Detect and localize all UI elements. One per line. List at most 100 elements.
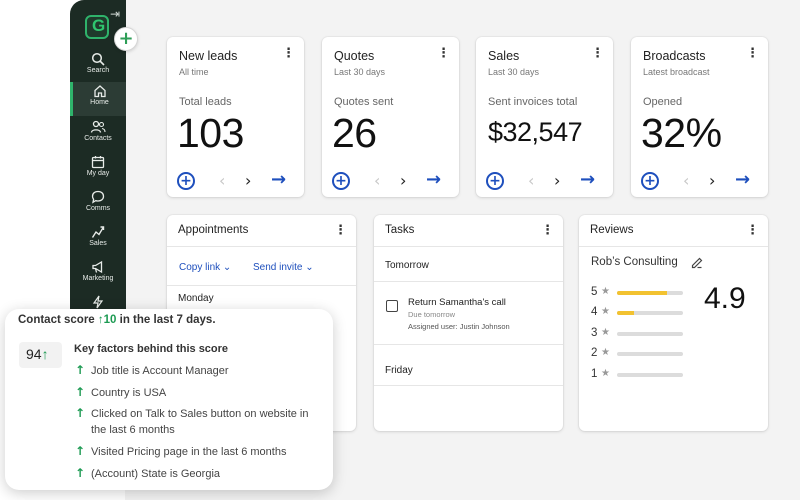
star-icon: ★ bbox=[601, 368, 610, 379]
sidebar-item-home[interactable]: Home bbox=[70, 82, 126, 116]
arrow-right-icon[interactable]: → bbox=[735, 169, 750, 190]
more-options-icon[interactable]: ⋮ bbox=[746, 224, 759, 237]
send-invite-label: Send invite bbox=[253, 262, 303, 273]
card-title: Tasks bbox=[385, 224, 415, 236]
task-group-heading: Friday bbox=[385, 365, 413, 376]
metric-value: $32,547 bbox=[488, 117, 583, 147]
sidebar-item-search[interactable]: Search bbox=[70, 50, 126, 84]
more-options-icon[interactable]: ⋮ bbox=[591, 47, 604, 60]
card-title: Reviews bbox=[590, 224, 634, 236]
sidebar-item-label: Marketing bbox=[82, 275, 114, 282]
chevron-right-icon[interactable]: › bbox=[245, 171, 251, 190]
arrow-right-icon[interactable]: → bbox=[580, 169, 595, 190]
factor-text: (Account) State is Georgia bbox=[91, 468, 221, 480]
sidebar: G ⇥ Search Home Contacts My day Comms Sa… bbox=[70, 0, 126, 330]
divider bbox=[374, 344, 563, 345]
rating-star-count: 3 bbox=[591, 327, 598, 339]
metric-label: Sent invoices total bbox=[488, 96, 578, 108]
kpi-card-sales: Sales ⋮ Last 30 days Sent invoices total… bbox=[476, 37, 613, 197]
kpi-card-broadcasts: Broadcasts ⋮ Latest broadcast Opened 32%… bbox=[631, 37, 768, 197]
copy-link-label: Copy link bbox=[179, 262, 221, 273]
sidebar-item-my-day[interactable]: My day bbox=[70, 153, 126, 187]
more-options-icon[interactable]: ⋮ bbox=[334, 224, 347, 237]
rating-row-2: 2 ★ bbox=[591, 347, 711, 361]
score-factor: ↑ Clicked on Talk to Sales button on webs… bbox=[75, 406, 325, 438]
factor-text: Job title is Account Manager bbox=[91, 365, 229, 377]
sidebar-item-label: My day bbox=[86, 170, 110, 177]
chevron-left-icon[interactable]: ‹ bbox=[219, 171, 225, 190]
logo-icon[interactable]: G bbox=[85, 15, 109, 39]
arrow-up-icon: ↑ bbox=[75, 444, 86, 458]
app-page: G ⇥ Search Home Contacts My day Comms Sa… bbox=[0, 0, 800, 500]
sidebar-item-marketing[interactable]: Marketing bbox=[70, 258, 126, 292]
metric-label: Total leads bbox=[179, 96, 232, 108]
card-header: Appointments ⋮ bbox=[167, 215, 356, 247]
rating-row-3: 3 ★ bbox=[591, 327, 711, 341]
star-icon: ★ bbox=[601, 347, 610, 358]
add-circle-icon[interactable]: + bbox=[177, 172, 195, 190]
chevron-left-icon[interactable]: ‹ bbox=[374, 171, 380, 190]
card-footer: + ‹ › → bbox=[486, 169, 608, 191]
chevron-right-icon[interactable]: › bbox=[554, 171, 560, 190]
chevron-right-icon[interactable]: › bbox=[400, 171, 406, 190]
rating-row-4: 4 ★ bbox=[591, 306, 711, 320]
score-value: 94 bbox=[26, 346, 42, 362]
star-icon: ★ bbox=[601, 306, 610, 317]
sidebar-item-label: Home bbox=[90, 99, 109, 106]
sidebar-item-contacts[interactable]: Contacts bbox=[70, 118, 126, 152]
copy-link-button[interactable]: Copy link ⌄ bbox=[179, 262, 231, 273]
sidebar-item-label: Comms bbox=[85, 205, 111, 212]
edit-icon[interactable] bbox=[691, 257, 703, 269]
task-title[interactable]: Return Samantha's call bbox=[408, 297, 506, 308]
arrow-right-icon[interactable]: → bbox=[271, 169, 286, 190]
chevron-left-icon[interactable]: ‹ bbox=[528, 171, 534, 190]
more-options-icon[interactable]: ⋮ bbox=[282, 47, 295, 60]
rating-bar bbox=[617, 352, 683, 356]
average-rating: 4.9 bbox=[704, 282, 746, 315]
rating-star-count: 1 bbox=[591, 368, 598, 380]
card-subtitle: All time bbox=[179, 67, 209, 77]
arrow-right-icon[interactable]: → bbox=[426, 169, 441, 190]
chevron-right-icon[interactable]: › bbox=[709, 171, 715, 190]
add-button[interactable]: + bbox=[114, 27, 138, 51]
card-header: Reviews ⋮ bbox=[579, 215, 768, 247]
collapse-right-icon[interactable]: ⇥ bbox=[110, 7, 120, 21]
arrow-up-icon: ↑ bbox=[75, 385, 86, 399]
sidebar-item-label: Sales bbox=[89, 240, 107, 247]
divider bbox=[374, 281, 563, 282]
add-circle-icon[interactable]: + bbox=[332, 172, 350, 190]
add-circle-icon[interactable]: + bbox=[641, 172, 659, 190]
chevron-left-icon[interactable]: ‹ bbox=[683, 171, 689, 190]
chevron-down-icon: ⌄ bbox=[222, 262, 232, 273]
star-icon: ★ bbox=[601, 286, 610, 297]
task-checkbox[interactable] bbox=[386, 300, 398, 312]
sidebar-item-label: Contacts bbox=[84, 135, 112, 142]
rating-bar bbox=[617, 311, 683, 315]
rating-bar bbox=[617, 291, 683, 295]
kpi-card-quotes: Quotes ⋮ Last 30 days Quotes sent 26 + ‹… bbox=[322, 37, 459, 197]
business-name: Rob’s Consulting bbox=[591, 256, 678, 268]
more-options-icon[interactable]: ⋮ bbox=[746, 47, 759, 60]
rating-bar-fill bbox=[617, 311, 634, 315]
sidebar-item-comms[interactable]: Comms bbox=[70, 188, 126, 222]
calendar-icon bbox=[91, 156, 105, 169]
add-circle-icon[interactable]: + bbox=[486, 172, 504, 190]
day-heading: Monday bbox=[178, 293, 214, 304]
more-options-icon[interactable]: ⋮ bbox=[437, 47, 450, 60]
contacts-icon bbox=[90, 120, 106, 133]
card-subtitle: Latest broadcast bbox=[643, 67, 710, 77]
score-header-prefix: Contact score bbox=[18, 314, 95, 326]
contact-score-popup: Contact score ↑10 in the last 7 days. 94… bbox=[5, 309, 333, 490]
arrow-up-icon: ↑ bbox=[75, 406, 86, 420]
metric-value: 26 bbox=[332, 110, 377, 156]
card-title: Quotes bbox=[334, 49, 375, 63]
more-options-icon[interactable]: ⋮ bbox=[541, 224, 554, 237]
rating-bar-fill bbox=[617, 291, 667, 295]
score-factor: ↑ (Account) State is Georgia bbox=[75, 466, 325, 482]
arrow-up-icon: ↑ bbox=[75, 363, 86, 377]
sidebar-item-sales[interactable]: Sales bbox=[70, 223, 126, 257]
reviews-card: Reviews ⋮ Rob’s Consulting 5 ★ 4 ★ 3 ★ 2 ★ 1… bbox=[579, 215, 768, 431]
send-invite-button[interactable]: Send invite ⌄ bbox=[253, 262, 314, 273]
arrow-up-icon: ↑ bbox=[41, 346, 49, 362]
factor-text: Clicked on Talk to Sales button on websi… bbox=[91, 408, 309, 436]
